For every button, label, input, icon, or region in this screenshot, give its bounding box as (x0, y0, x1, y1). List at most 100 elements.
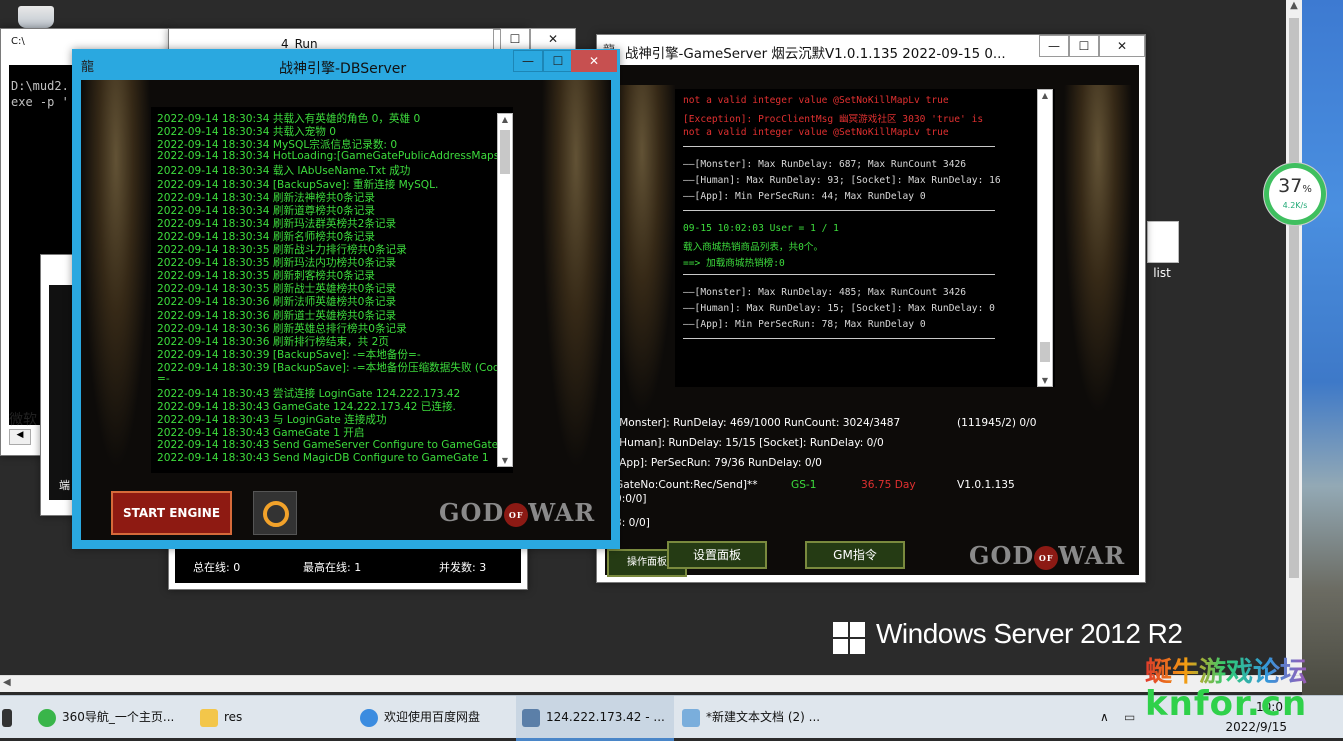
desktop-vertical-scrollbar[interactable]: ▲ (1286, 0, 1302, 675)
scroll-down-icon[interactable]: ▼ (1038, 376, 1052, 385)
netspeed-rate: 4.2K/s (1282, 201, 1308, 210)
notepad-icon (682, 708, 700, 727)
dbserver-maximize-button[interactable]: ☐ (543, 50, 573, 72)
scroll-down-icon[interactable]: ▼ (498, 456, 512, 465)
run-stat-online: 总在线: 0 (193, 561, 241, 574)
gameserver-log-scrollbar[interactable]: ▲ ▼ (1037, 89, 1053, 387)
log-line: 2022-09-14 18:30:43 Send MagicDB Configu… (157, 451, 489, 464)
gameserver-window[interactable]: 龍 战神引擎-GameServer 烟云沉默V1.0.1.135 2022-09… (596, 34, 1146, 583)
status-gate: GateNo:Count:Rec/Send]** (615, 479, 758, 491)
taskbar-item-label: *新建文本文档 (2) ... (706, 710, 821, 724)
logo-war: WAR (1058, 541, 1126, 570)
scroll-up-icon[interactable]: ▲ (498, 115, 512, 124)
settings-panel-button[interactable]: 设置面板 (667, 541, 767, 569)
settings-button[interactable] (253, 491, 297, 535)
cmd-title: C:\ (11, 36, 25, 47)
dbserver-body: 2022-09-14 18:30:34 共载入有英雄的角色 0，英雄 0 2022… (81, 80, 611, 540)
log-line-error: not a valid integer value @SetNoKillMapL… (683, 127, 949, 138)
baidu-netdisk-icon (360, 708, 378, 727)
gameserver-maximize-button[interactable]: ☐ (1069, 35, 1099, 57)
log-line-green: 09-15 10:02:03 User = 1 / 1 (683, 223, 839, 234)
log-line: ——[Human]: Max RunDelay: 93; [Socket]: M… (683, 175, 1001, 186)
run-stat-peak: 最高在线: 1 (303, 561, 362, 574)
gm-command-button[interactable]: GM指令 (805, 541, 905, 569)
dragon-ornament-right (1063, 85, 1133, 415)
separator (683, 274, 995, 275)
cmd-line: D:\mud2. (11, 79, 69, 93)
scroll-up-icon[interactable]: ▲ (1286, 0, 1302, 16)
gameserver-log-panel[interactable]: not a valid integer value @SetNoKillMapL… (675, 89, 1055, 387)
background-text: 端 (59, 479, 70, 492)
dbserver-log-panel[interactable]: 2022-09-14 18:30:34 共载入有英雄的角色 0，英雄 0 2022… (151, 107, 513, 473)
folder-icon (200, 708, 218, 727)
taskbar-item-360[interactable]: 360导航_一个主页... (38, 696, 186, 738)
log-line-error: not a valid integer value @SetNoKillMapL… (683, 95, 949, 106)
scroll-thumb[interactable] (1040, 342, 1050, 362)
log-line-error: [Exception]: ProcClientMsg 幽冥游戏社区 3030 '… (683, 114, 984, 125)
start-engine-button[interactable]: START ENGINE (111, 491, 232, 535)
file-label[interactable]: list (1143, 266, 1181, 280)
status-monster: [Monster]: RunDelay: 469/1000 RunCount: … (615, 417, 901, 429)
network-icon[interactable]: ▭ (1124, 696, 1140, 738)
logo-god: GOD (969, 541, 1035, 570)
scroll-left-icon[interactable]: ◀ (9, 429, 31, 445)
status-counts: (111945/2) 0/0 (957, 417, 1037, 429)
log-line: 2022-09-14 18:30:34 HotLoading:[GameGate… (157, 150, 504, 163)
browser-360-icon (38, 708, 56, 727)
dbserver-close-button[interactable]: ✕ (571, 50, 617, 72)
gameserver-body: not a valid integer value @SetNoKillMapL… (605, 65, 1139, 577)
run-stat-concurrency: 并发数: 3 (439, 561, 487, 574)
logo-of: OF (504, 502, 529, 527)
dbserver-log-scrollbar[interactable]: ▲ ▼ (497, 113, 513, 467)
log-line: =- (157, 373, 170, 385)
log-line: ——[Monster]: Max RunDelay: 687; Max RunC… (683, 159, 967, 170)
gameserver-title: 战神引擎-GameServer 烟云沉默V1.0.1.135 2022-09-1… (625, 47, 1006, 62)
log-line: ——[Monster]: Max RunDelay: 485; Max RunC… (683, 287, 967, 298)
run-maximize-button[interactable]: ☐ (500, 28, 530, 50)
taskbar-item-remote[interactable]: 124.222.173.42 - ... (516, 696, 674, 741)
taskbar-item-label: 欢迎使用百度网盘 (384, 710, 481, 724)
status-version: V1.0.1.135 (957, 479, 1015, 491)
taskbar: 360导航_一个主页... res 欢迎使用百度网盘 124.222.173.4… (0, 695, 1343, 741)
windows-start-icon (2, 708, 12, 727)
dbserver-window[interactable]: 龍 战神引擎-DBServer — ☐ ✕ 2022-09-14 18:30:3… (72, 49, 620, 549)
remote-desktop-icon (522, 708, 540, 727)
status-app: [App]: PerSecRun: 79/36 RunDelay: 0/0 (615, 457, 822, 469)
log-line: ——[App]: Min PerSecRun: 78; Max RunDelay… (683, 319, 926, 330)
scroll-left-icon[interactable]: ◀ (3, 677, 11, 688)
log-line: 2022-09-14 18:30:43 Send GameServer Conf… (157, 438, 509, 451)
run-stats-bar: 总在线: 0 最高在线: 1 并发数: 3 (175, 549, 521, 583)
recycle-bin-icon[interactable] (18, 6, 54, 28)
dbserver-minimize-button[interactable]: — (513, 50, 543, 72)
desktop-horizontal-scrollbar[interactable]: ◀ (0, 675, 1302, 692)
tray-expand-icon[interactable]: ∧ (1100, 696, 1116, 738)
taskbar-item-res[interactable]: res (200, 696, 348, 738)
gameserver-titlebar[interactable]: 龍 战神引擎-GameServer 烟云沉默V1.0.1.135 2022-09… (597, 35, 1145, 65)
gameserver-minimize-button[interactable]: — (1039, 35, 1069, 57)
scroll-thumb[interactable] (1289, 18, 1299, 578)
netspeed-widget[interactable]: 37% 4.2K/s (1264, 163, 1326, 225)
file-icon[interactable] (1147, 221, 1179, 263)
logo-god: GOD (439, 498, 505, 527)
log-line-green: 载入商城热销商品列表，共0个。 (683, 242, 824, 253)
dbserver-titlebar[interactable]: 龍 战神引擎-DBServer — ☐ ✕ (73, 50, 619, 80)
start-button[interactable] (0, 696, 30, 738)
dbserver-title: 战神引擎-DBServer (279, 61, 407, 77)
scroll-thumb[interactable] (500, 130, 510, 174)
netspeed-unit: % (1302, 184, 1312, 195)
gameserver-close-button[interactable]: ✕ (1099, 35, 1145, 57)
watermark-url: knfor.cn (1145, 684, 1308, 724)
run-close-button[interactable]: ✕ (530, 28, 576, 50)
logo-of: OF (1034, 545, 1059, 570)
status-uptime: 36.75 Day (861, 479, 916, 491)
taskbar-item-label: 124.222.173.42 - ... (546, 710, 665, 724)
status-human: [Human]: RunDelay: 15/15 [Socket]: RunDe… (615, 437, 884, 449)
separator (683, 210, 995, 211)
gear-icon (263, 501, 289, 527)
god-of-war-logo: GOD OF WAR (439, 498, 595, 527)
taskbar-item-notepad[interactable]: *新建文本文档 (2) ... (682, 696, 832, 738)
scroll-up-icon[interactable]: ▲ (1038, 91, 1052, 100)
log-line-green: ==> 加载商城热销榜:0 (683, 258, 785, 269)
taskbar-item-baidu[interactable]: 欢迎使用百度网盘 (360, 696, 508, 738)
god-of-war-logo: GOD OF WAR (969, 541, 1125, 570)
